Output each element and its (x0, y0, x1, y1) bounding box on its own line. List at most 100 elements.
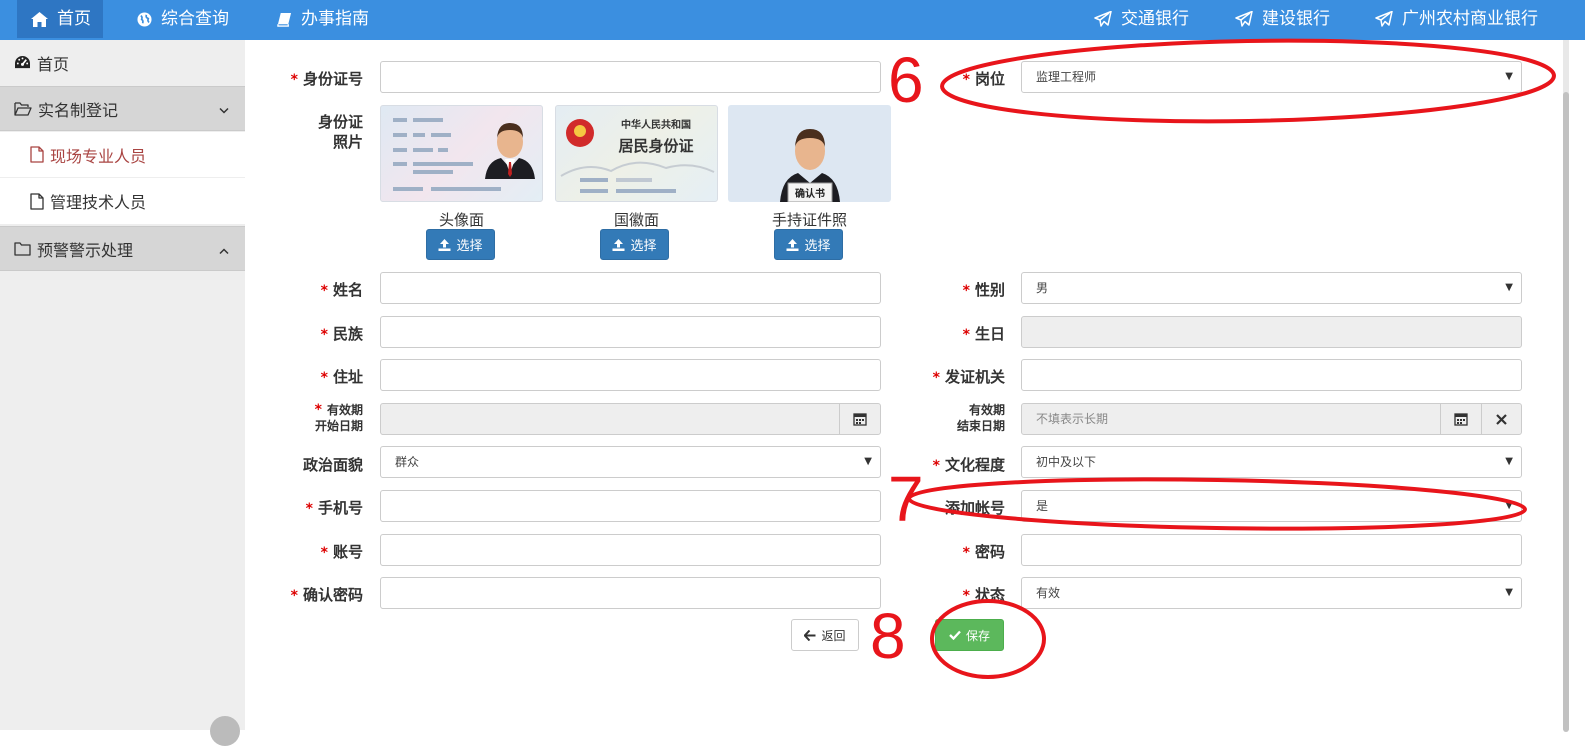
id-handheld-photo: 确认书 (728, 105, 891, 202)
annotation-number-8: 8 (870, 600, 906, 672)
folder-open-icon (14, 101, 32, 116)
upload-back-button[interactable]: 选择 (600, 229, 669, 260)
id-photo-label: 身份证 照片 (317, 113, 363, 151)
address-label: * 住址 (320, 368, 363, 386)
chevron-down-icon (219, 99, 229, 118)
sidebar-item-home[interactable]: 首页 (0, 40, 245, 85)
password-label: * 密码 (962, 543, 1005, 561)
sidebar-item-home-label: 首页 (37, 54, 70, 74)
file-icon (30, 146, 44, 163)
sidebar-item-tech-staff-label: 管理技术人员 (50, 193, 147, 212)
valid-end-clear-button[interactable] (1481, 403, 1522, 435)
file-icon (30, 192, 44, 210)
address-input[interactable] (380, 359, 881, 391)
globe-icon (137, 11, 152, 27)
chevron-up-icon (219, 239, 229, 258)
ethnicity-label: * 民族 (320, 325, 363, 343)
education-select[interactable]: 初中及以下 ▼ (1021, 446, 1522, 478)
back-button[interactable]: 返回 (791, 619, 859, 651)
send-icon (1375, 11, 1393, 27)
phone-label: * 手机号 (305, 499, 363, 517)
check-icon (949, 630, 961, 640)
upload-icon (612, 238, 625, 251)
ethnicity-input[interactable] (380, 316, 881, 348)
nav-bank-ccb[interactable]: 建设银行 (1235, 0, 1330, 38)
birthday-input (1021, 316, 1522, 348)
id-number-input[interactable] (380, 61, 881, 93)
annotation-number-7: 7 (888, 463, 924, 535)
id-back-title-1: 中华人民共和国 (621, 118, 691, 131)
sidebar-group-warning[interactable]: 预警警示处理 (0, 226, 245, 271)
upload-front-button[interactable]: 选择 (426, 229, 495, 260)
gender-select[interactable]: 男 ▼ (1021, 272, 1522, 304)
valid-end-label: 有效期 结束日期 (956, 403, 1005, 433)
nav-query[interactable]: 综合查询 (137, 0, 229, 38)
nav-bank-ccb-label: 建设银行 (1262, 9, 1330, 29)
nav-home-label: 首页 (57, 9, 91, 29)
sidebar-group-warning-label: 预警警示处理 (37, 240, 134, 260)
confirm-password-label: * 确认密码 (290, 586, 363, 604)
gender-label: * 性别 (962, 281, 1005, 299)
photo-caption-handheld: 手持证件照 (771, 211, 847, 229)
account-input[interactable] (380, 534, 881, 566)
annotation-number-6: 6 (888, 44, 924, 116)
issuer-label: * 发证机关 (932, 368, 1005, 386)
valid-end-calendar-button[interactable] (1440, 403, 1482, 435)
nav-guide[interactable]: 办事指南 (277, 0, 369, 38)
name-label: * 姓名 (320, 281, 363, 299)
valid-start-calendar-button[interactable] (839, 403, 881, 435)
add-account-select[interactable]: 是 ▼ (1021, 490, 1522, 522)
sidebar-group-registration[interactable]: 实名制登记 (0, 86, 245, 131)
password-input[interactable] (1021, 534, 1522, 566)
send-icon (1094, 11, 1112, 27)
name-input[interactable] (380, 272, 881, 304)
nav-bank-comm[interactable]: 交通银行 (1094, 0, 1189, 38)
vertical-scrollbar[interactable] (1563, 40, 1569, 732)
upload-handheld-button[interactable]: 选择 (774, 229, 843, 260)
nav-bank-grcb-label: 广州农村商业银行 (1402, 9, 1538, 29)
save-button[interactable]: 保存 (935, 619, 1004, 651)
calendar-icon (853, 412, 867, 426)
top-navbar: 首页 综合查询 办事指南 交通银行 建设银行 广州农村商业银行 (0, 0, 1585, 40)
political-label: 政治面貌 (302, 456, 363, 474)
phone-input[interactable] (380, 490, 881, 522)
status-select[interactable]: 有效 ▼ (1021, 577, 1522, 609)
confirm-password-input[interactable] (380, 577, 881, 609)
upload-icon (438, 238, 451, 251)
issuer-input[interactable] (1021, 359, 1522, 391)
valid-end-input[interactable]: 不填表示长期 (1021, 403, 1441, 435)
valid-start-label: * 有效期 开始日期 (314, 402, 363, 433)
status-label: * 状态 (962, 586, 1005, 604)
calendar-icon (1454, 412, 1468, 426)
position-select[interactable]: 监理工程师 ▼ (1021, 61, 1522, 93)
nav-bank-comm-label: 交通银行 (1121, 9, 1189, 29)
nav-guide-label: 办事指南 (301, 9, 369, 29)
photo-caption-front: 头像面 (438, 211, 484, 229)
valid-start-input[interactable] (380, 403, 840, 435)
arrow-left-icon (804, 629, 816, 641)
sidebar-item-onsite-staff[interactable]: 现场专业人员 (0, 132, 245, 177)
id-number-label: * 身份证号 (290, 70, 363, 88)
send-icon (1235, 11, 1253, 27)
birthday-label: * 生日 (962, 325, 1005, 343)
id-front-photo (380, 105, 543, 202)
account-label: * 账号 (320, 543, 363, 561)
book-icon (277, 12, 292, 27)
held-card-text: 确认书 (795, 187, 825, 200)
photo-caption-back: 国徽面 (613, 211, 659, 229)
folder-icon (14, 241, 31, 256)
upload-icon (786, 238, 799, 251)
nav-query-label: 综合查询 (161, 9, 229, 29)
id-back-photo: 中华人民共和国 居民身份证 (555, 105, 718, 202)
dashboard-icon (14, 55, 31, 70)
nav-bank-grcb[interactable]: 广州农村商业银行 (1375, 0, 1538, 38)
political-select[interactable]: 群众 ▼ (380, 446, 881, 478)
nav-home[interactable]: 首页 (17, 0, 103, 38)
sidebar-item-onsite-staff-label: 现场专业人员 (50, 146, 147, 166)
close-icon (1496, 413, 1507, 425)
home-icon (31, 11, 48, 27)
sidebar-group-registration-label: 实名制登记 (38, 100, 119, 120)
sidebar-item-tech-staff[interactable]: 管理技术人员 (0, 178, 245, 224)
sidebar-collapse-handle[interactable] (210, 716, 240, 746)
sidebar: 首页 实名制登记 现场专业人员 管理技术人员 预警警示处理 (0, 40, 245, 746)
